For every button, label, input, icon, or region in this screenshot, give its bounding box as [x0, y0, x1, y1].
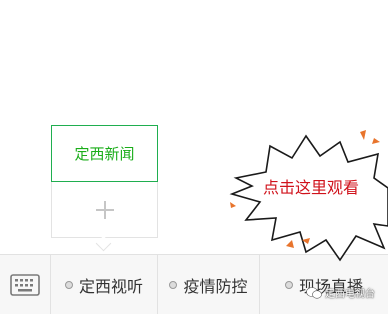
keyboard-icon: [10, 273, 40, 296]
submenu-item-label: 定西新闻: [74, 145, 135, 163]
callout-text: 点击这里观看: [263, 178, 360, 197]
bottom-menu-bar: 定西视听 疫情防控 现场直播: [0, 254, 388, 314]
dot-icon: [284, 280, 293, 289]
watermark-text: 定西电视台: [325, 289, 375, 300]
plus-icon: [95, 200, 115, 220]
dot-icon: [64, 280, 73, 289]
watermark: 定西电视台: [306, 285, 375, 300]
dot-icon: [169, 280, 178, 289]
submenu-pointer: [95, 235, 112, 252]
keyboard-toggle-button[interactable]: [0, 255, 51, 314]
submenu-add-button[interactable]: [51, 182, 158, 238]
wechat-logo-icon: [306, 286, 322, 299]
submenu-item-dingxi-news[interactable]: 定西新闻: [51, 125, 158, 182]
tab-label: 定西视听: [78, 276, 143, 296]
tab-dingxi-media[interactable]: 定西视听: [51, 255, 158, 314]
tab-epidemic-prevention[interactable]: 疫情防控: [158, 255, 260, 314]
submenu-popup: 定西新闻: [51, 125, 158, 252]
tab-label: 疫情防控: [183, 276, 248, 296]
